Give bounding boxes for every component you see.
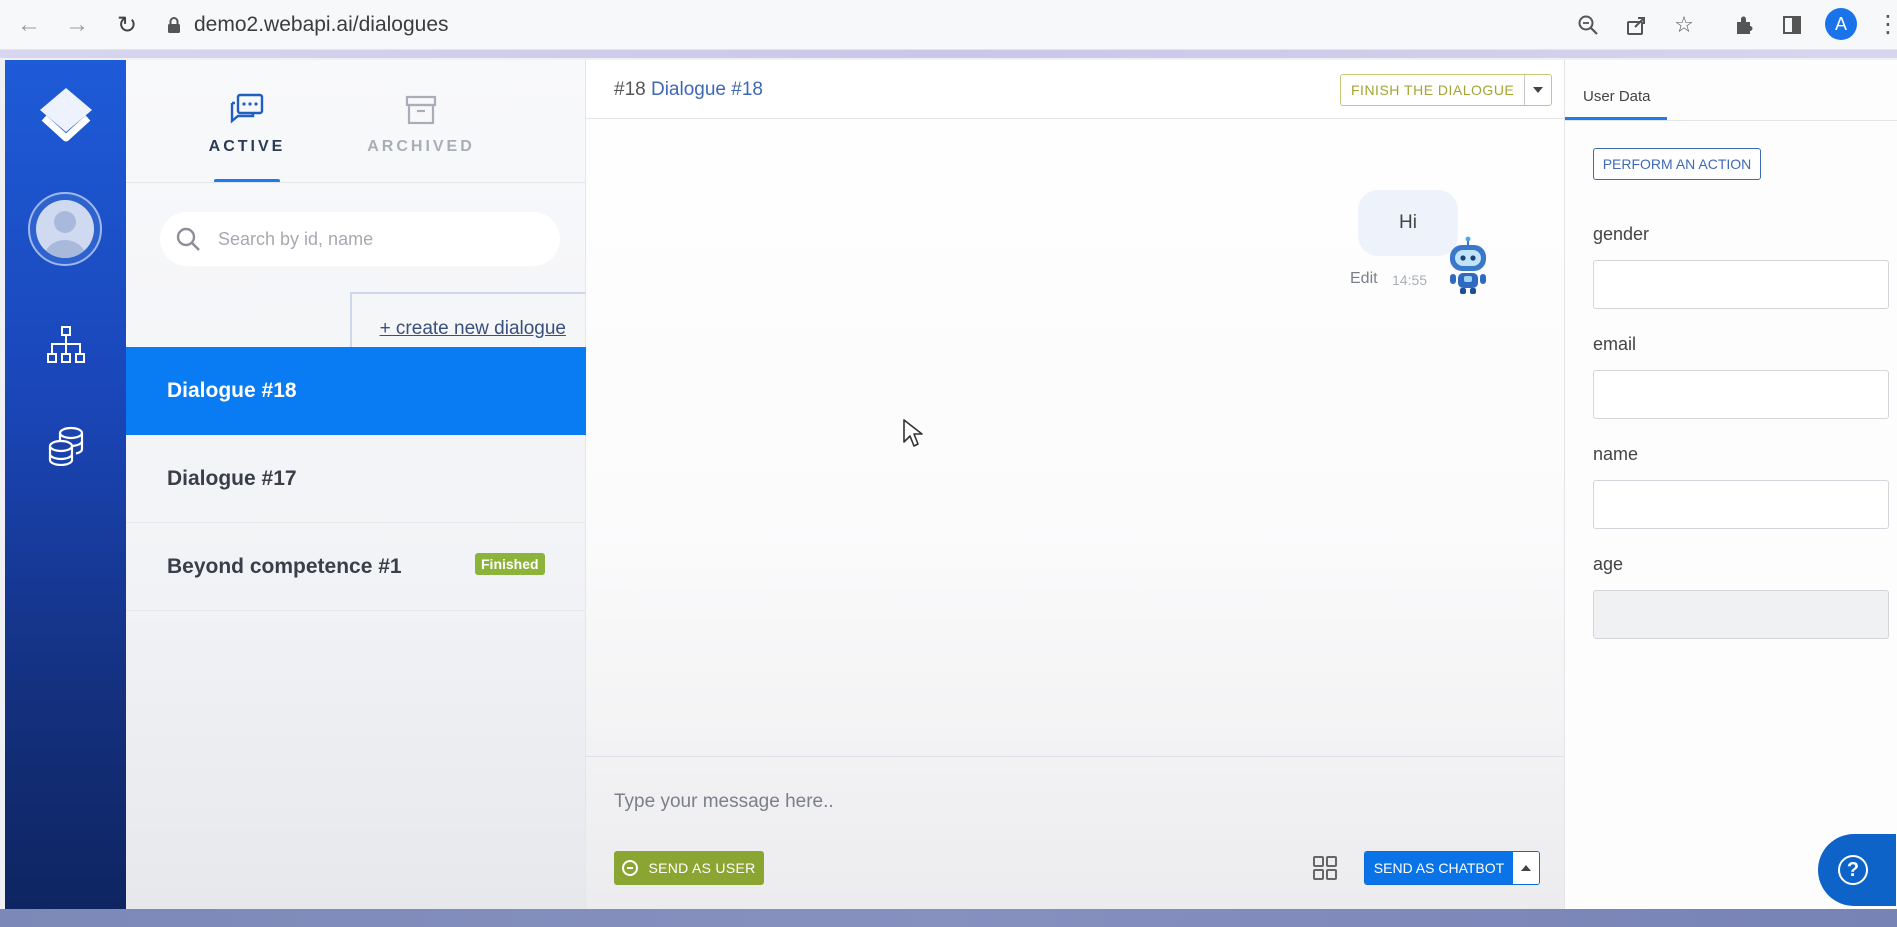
- chat-title: #18 Dialogue #18: [614, 79, 763, 101]
- name-field[interactable]: [1593, 480, 1889, 529]
- tab-archived[interactable]: ARCHIVED: [351, 92, 491, 182]
- chevron-up-icon: [1521, 865, 1531, 871]
- message-input[interactable]: [614, 782, 1514, 822]
- message-bubble: Hi: [1358, 190, 1458, 256]
- age-label: age: [1593, 554, 1624, 574]
- tab-archived-label: ARCHIVED: [367, 138, 475, 155]
- search-icon: [176, 227, 200, 251]
- back-icon[interactable]: ←: [14, 10, 44, 40]
- share-icon[interactable]: [1621, 10, 1651, 40]
- dialogue-item-17[interactable]: Dialogue #17: [126, 435, 586, 523]
- question-icon: ?: [1838, 855, 1868, 885]
- chat-panel: #18 Dialogue #18 FINISH THE DIALOGUE Hi …: [586, 60, 1564, 909]
- email-field[interactable]: [1593, 370, 1889, 419]
- reload-icon[interactable]: ↻: [112, 10, 142, 40]
- send-as-user-button[interactable]: SEND AS USER: [614, 851, 764, 885]
- message-timestamp: 14:55: [1392, 272, 1428, 288]
- archive-icon: [405, 95, 437, 125]
- profile-avatar[interactable]: A: [1825, 8, 1857, 40]
- create-dialogue-link[interactable]: + create new dialogue: [380, 318, 566, 340]
- bottom-border: [0, 909, 1897, 927]
- chat-header: #18 Dialogue #18 FINISH THE DIALOGUE: [586, 60, 1564, 119]
- dialogue-item-title: Dialogue #17: [167, 466, 297, 490]
- zoom-icon[interactable]: [1573, 10, 1603, 40]
- grid-icon[interactable]: [1312, 855, 1338, 881]
- tab-active[interactable]: ACTIVE: [177, 92, 317, 182]
- address-bar[interactable]: demo2.webapi.ai/dialogues: [164, 6, 1614, 44]
- menu-icon[interactable]: ⋮: [1876, 10, 1897, 39]
- edit-message-link[interactable]: Edit: [1350, 270, 1378, 288]
- gender-field[interactable]: [1593, 260, 1889, 309]
- send-as-chatbot-button-group: SEND AS CHATBOT: [1364, 851, 1540, 885]
- mouse-cursor-icon: [903, 419, 923, 447]
- create-dialogue-container: + create new dialogue: [350, 292, 586, 348]
- side-panel-icon[interactable]: [1777, 10, 1807, 40]
- send-as-user-label: SEND AS USER: [648, 860, 756, 876]
- dialogue-item-title: Dialogue #18: [167, 379, 297, 402]
- minus-circle-icon: [622, 860, 639, 876]
- dialogue-id: #18: [614, 79, 646, 100]
- search-box[interactable]: [160, 212, 560, 266]
- divider: [126, 182, 586, 183]
- browser-toolbar: ← → ↻ demo2.webapi.ai/dialogues ☆ A ⋮: [0, 0, 1897, 50]
- extensions-icon[interactable]: [1729, 10, 1759, 40]
- send-as-chatbot-button[interactable]: SEND AS CHATBOT: [1365, 852, 1513, 884]
- org-chart-icon[interactable]: [45, 324, 87, 366]
- dialogue-item-beyond-competence[interactable]: Beyond competence #1 Finished: [126, 523, 586, 611]
- database-icon[interactable]: [45, 424, 87, 466]
- avatar[interactable]: [28, 192, 102, 266]
- divider: [586, 756, 1564, 757]
- name-label: name: [1593, 444, 1639, 464]
- finish-dialogue-button-group: FINISH THE DIALOGUE: [1340, 74, 1553, 106]
- logo-icon[interactable]: [36, 84, 96, 144]
- help-button[interactable]: ?: [1818, 834, 1896, 906]
- dialogue-title-link[interactable]: Dialogue #18: [651, 79, 763, 100]
- star-icon[interactable]: ☆: [1669, 10, 1699, 40]
- dialogue-list-panel: ACTIVE ARCHIVED + create new dialogue Di…: [126, 60, 586, 909]
- forward-icon[interactable]: →: [62, 10, 92, 40]
- finish-dropdown-toggle[interactable]: [1525, 75, 1551, 105]
- email-label: email: [1593, 334, 1637, 354]
- gender-label: gender: [1593, 224, 1650, 244]
- dialogue-item-18[interactable]: Dialogue #18: [126, 347, 586, 435]
- perform-action-button[interactable]: PERFORM AN ACTION: [1593, 148, 1761, 180]
- page-top-border: [0, 50, 1897, 58]
- left-rail: [5, 60, 126, 909]
- chevron-down-icon: [1533, 87, 1544, 93]
- age-field[interactable]: [1593, 590, 1889, 639]
- url-text: demo2.webapi.ai/dialogues: [194, 13, 449, 36]
- dialogue-item-title: Beyond competence #1: [167, 554, 402, 578]
- finish-dialogue-button[interactable]: FINISH THE DIALOGUE: [1341, 75, 1526, 105]
- robot-icon: [1450, 236, 1486, 294]
- search-input[interactable]: [218, 228, 538, 250]
- user-icon: [44, 211, 86, 258]
- message-text: Hi: [1399, 212, 1417, 233]
- divider: [1565, 120, 1897, 121]
- chat-icon: [230, 93, 264, 124]
- send-options-toggle[interactable]: [1513, 852, 1539, 884]
- tab-active-label: ACTIVE: [208, 138, 286, 155]
- user-data-panel: User Data PERFORM AN ACTION gender email…: [1564, 60, 1897, 909]
- tab-user-data[interactable]: User Data: [1583, 88, 1651, 105]
- status-badge: Finished: [475, 553, 545, 575]
- lock-icon: [168, 17, 180, 33]
